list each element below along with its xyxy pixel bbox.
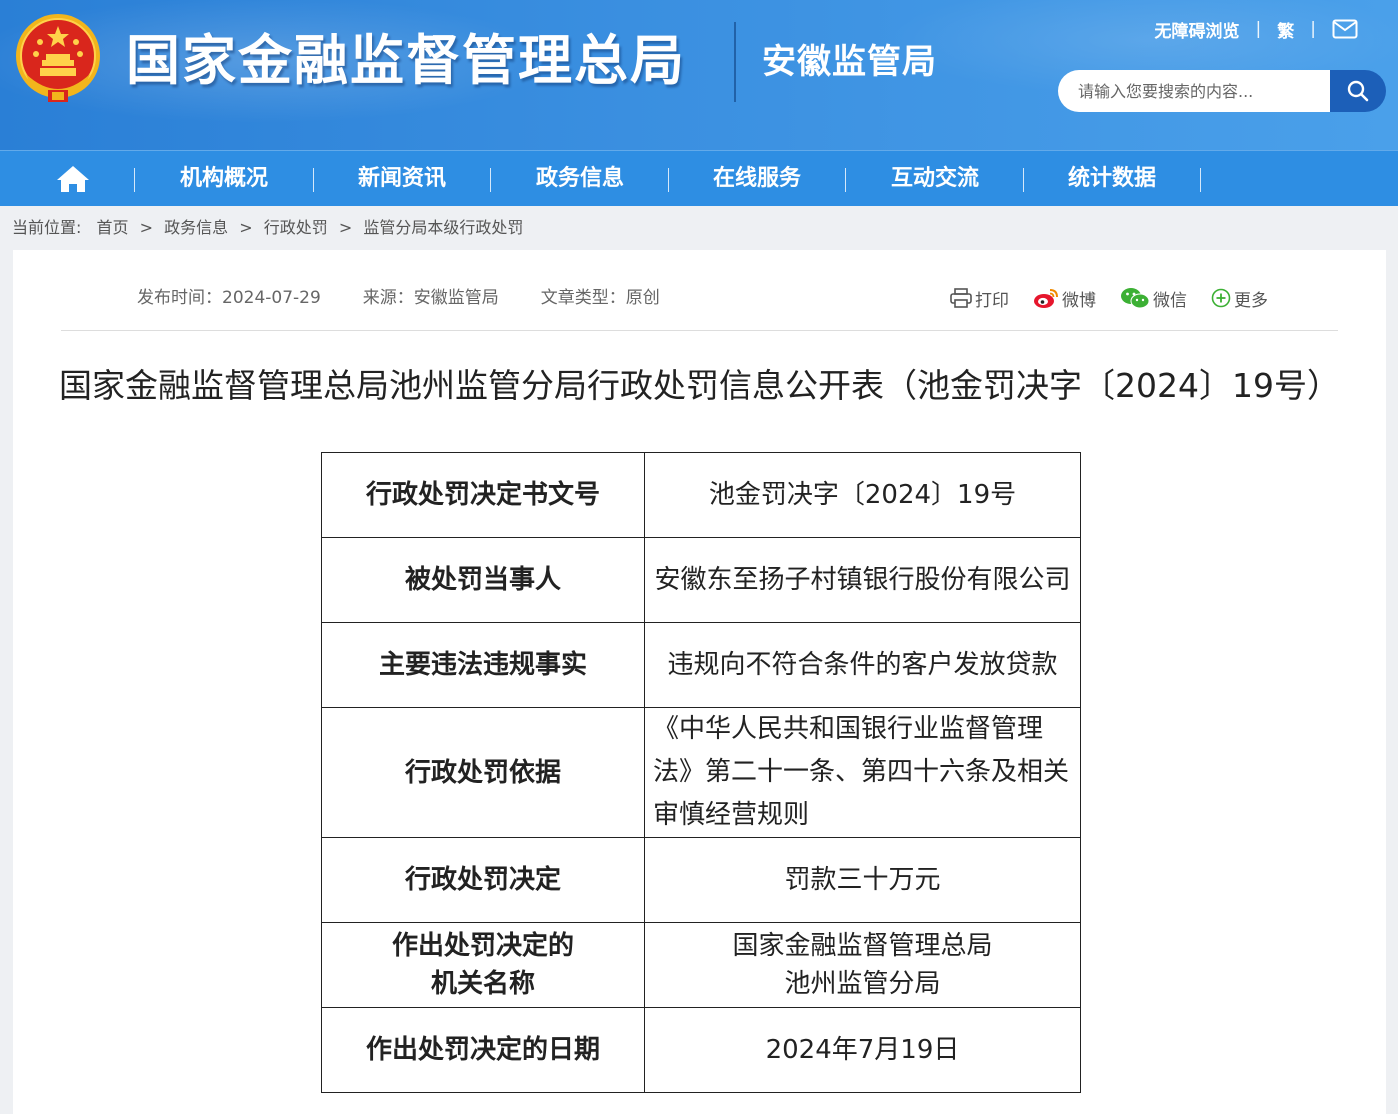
table-row: 行政处罚决定 罚款三十万元 — [321, 837, 1081, 923]
nav-item-interaction[interactable]: 互动交流 — [846, 151, 1024, 207]
weibo-icon — [1034, 289, 1058, 308]
table-key-decision-number: 行政处罚决定书文号 — [321, 452, 645, 538]
table-key-issuing-authority: 作出处罚决定的 机关名称 — [321, 922, 645, 1008]
table-key-issuing-authority-line1: 作出处罚决定的 — [391, 931, 574, 961]
table-value-legal-basis: 《中华人民共和国银行业监督管理法》第二十一条、第四十六条及相关审慎经营规则 — [644, 707, 1081, 838]
search-box — [1058, 70, 1386, 112]
accessibility-link[interactable]: 无障碍浏览 — [1155, 17, 1240, 42]
title-divider — [734, 22, 736, 102]
nav-home[interactable] — [48, 161, 98, 197]
article-title: 国家金融监督管理总局池州监管分局行政处罚信息公开表（池金罚决字〔2024〕19号… — [59, 366, 1340, 405]
plus-circle-icon — [1211, 288, 1231, 308]
top-links: 无障碍浏览 | 繁 | — [1155, 16, 1358, 42]
table-row: 作出处罚决定的 机关名称 国家金融监督管理总局 池州监管分局 — [321, 922, 1081, 1008]
table-value-decision-date: 2024年7月19日 — [644, 1007, 1081, 1093]
table-row: 被处罚当事人 安徽东至扬子村镇银行股份有限公司 — [321, 537, 1081, 623]
wechat-share-button[interactable]: 微信 — [1120, 286, 1187, 311]
traditional-chinese-link[interactable]: 繁 — [1277, 17, 1294, 42]
table-value-issuing-authority: 国家金融监督管理总局 池州监管分局 — [644, 922, 1081, 1008]
wechat-icon — [1121, 288, 1150, 309]
table-row: 作出处罚决定的日期 2024年7月19日 — [321, 1007, 1081, 1093]
table-row: 主要违法违规事实 违规向不符合条件的客户发放贷款 — [321, 622, 1081, 708]
table-row: 行政处罚依据 《中华人民共和国银行业监督管理法》第二十一条、第四十六条及相关审慎… — [321, 707, 1081, 838]
breadcrumb-separator: > — [239, 218, 253, 237]
home-icon — [57, 166, 89, 192]
table-value-issuing-authority-line1: 国家金融监督管理总局 — [732, 931, 993, 961]
national-emblem-icon[interactable] — [12, 12, 104, 108]
nav-item-online-service[interactable]: 在线服务 — [668, 151, 846, 207]
site-title[interactable]: 国家金融监督管理总局 — [126, 26, 686, 96]
nav-item-about[interactable]: 机构概况 — [135, 151, 313, 207]
table-key-violation-facts: 主要违法违规事实 — [321, 622, 645, 708]
breadcrumb: 当前位置: 首页 > 政务信息 > 行政处罚 > 监管分局本级行政处罚 — [12, 206, 523, 250]
nav-separator — [1200, 168, 1201, 192]
article-type: 文章类型：原创 — [540, 288, 660, 308]
weibo-label: 微博 — [1062, 290, 1096, 311]
breadcrumb-administrative-penalty[interactable]: 行政处罚 — [264, 218, 328, 237]
breadcrumb-separator: > — [139, 218, 154, 237]
table-key-penalized-party: 被处罚当事人 — [321, 537, 645, 623]
meta-divider — [61, 330, 1338, 331]
print-label: 打印 — [975, 290, 1009, 311]
mail-icon[interactable] — [1332, 19, 1358, 39]
table-value-penalized-party: 安徽东至扬子村镇银行股份有限公司 — [644, 537, 1081, 623]
share-bar: 打印 微博 微信 更多 — [926, 284, 1268, 312]
breadcrumb-government-info[interactable]: 政务信息 — [164, 218, 228, 237]
table-key-decision-date: 作出处罚决定的日期 — [321, 1007, 645, 1093]
table-key-legal-basis: 行政处罚依据 — [321, 707, 645, 838]
more-share-button[interactable]: 更多 — [1211, 286, 1268, 311]
table-row: 行政处罚决定书文号 池金罚决字〔2024〕19号 — [321, 452, 1081, 538]
breadcrumb-separator: > — [338, 218, 353, 237]
weibo-share-button[interactable]: 微博 — [1033, 286, 1096, 311]
table-value-issuing-authority-line2: 池州监管分局 — [784, 969, 941, 999]
nav-item-statistics[interactable]: 统计数据 — [1023, 151, 1201, 207]
breadcrumb-branch-penalty[interactable]: 监管分局本级行政处罚 — [363, 218, 523, 237]
penalty-info-table: 行政处罚决定书文号 池金罚决字〔2024〕19号 被处罚当事人 安徽东至扬子村镇… — [321, 452, 1081, 1093]
publish-time: 发布时间：2024-07-29 — [137, 288, 321, 308]
main-nav: 机构概况 新闻资讯 政务信息 在线服务 互动交流 统计数据 — [0, 150, 1398, 206]
nav-item-news[interactable]: 新闻资讯 — [313, 151, 491, 207]
table-value-violation-facts: 违规向不符合条件的客户发放贷款 — [644, 622, 1081, 708]
article-source: 来源：安徽监管局 — [362, 288, 499, 308]
table-key-penalty-decision: 行政处罚决定 — [321, 837, 645, 923]
search-icon — [1347, 80, 1369, 102]
top-link-separator: | — [1255, 19, 1262, 39]
nav-item-government-info[interactable]: 政务信息 — [491, 151, 669, 207]
printer-icon — [950, 288, 972, 308]
breadcrumb-label: 当前位置: — [12, 218, 82, 237]
more-label: 更多 — [1234, 290, 1268, 311]
site-header: 国家金融监督管理总局 安徽监管局 无障碍浏览 | 繁 | — [0, 0, 1398, 150]
table-key-issuing-authority-line2: 机关名称 — [430, 969, 535, 999]
breadcrumb-home[interactable]: 首页 — [97, 218, 129, 237]
search-input[interactable] — [1058, 70, 1331, 112]
table-value-decision-number: 池金罚决字〔2024〕19号 — [644, 452, 1081, 538]
article-meta: 发布时间：2024-07-29 来源：安徽监管局 文章类型：原创 — [137, 286, 702, 310]
print-button[interactable]: 打印 — [950, 286, 1009, 311]
top-link-separator: | — [1310, 19, 1316, 39]
article-card: 发布时间：2024-07-29 来源：安徽监管局 文章类型：原创 打印 微博 微… — [13, 250, 1386, 1114]
sub-title[interactable]: 安徽监管局 — [762, 40, 937, 84]
table-value-penalty-decision: 罚款三十万元 — [644, 837, 1081, 923]
wechat-label: 微信 — [1153, 290, 1187, 311]
search-button[interactable] — [1330, 70, 1386, 112]
